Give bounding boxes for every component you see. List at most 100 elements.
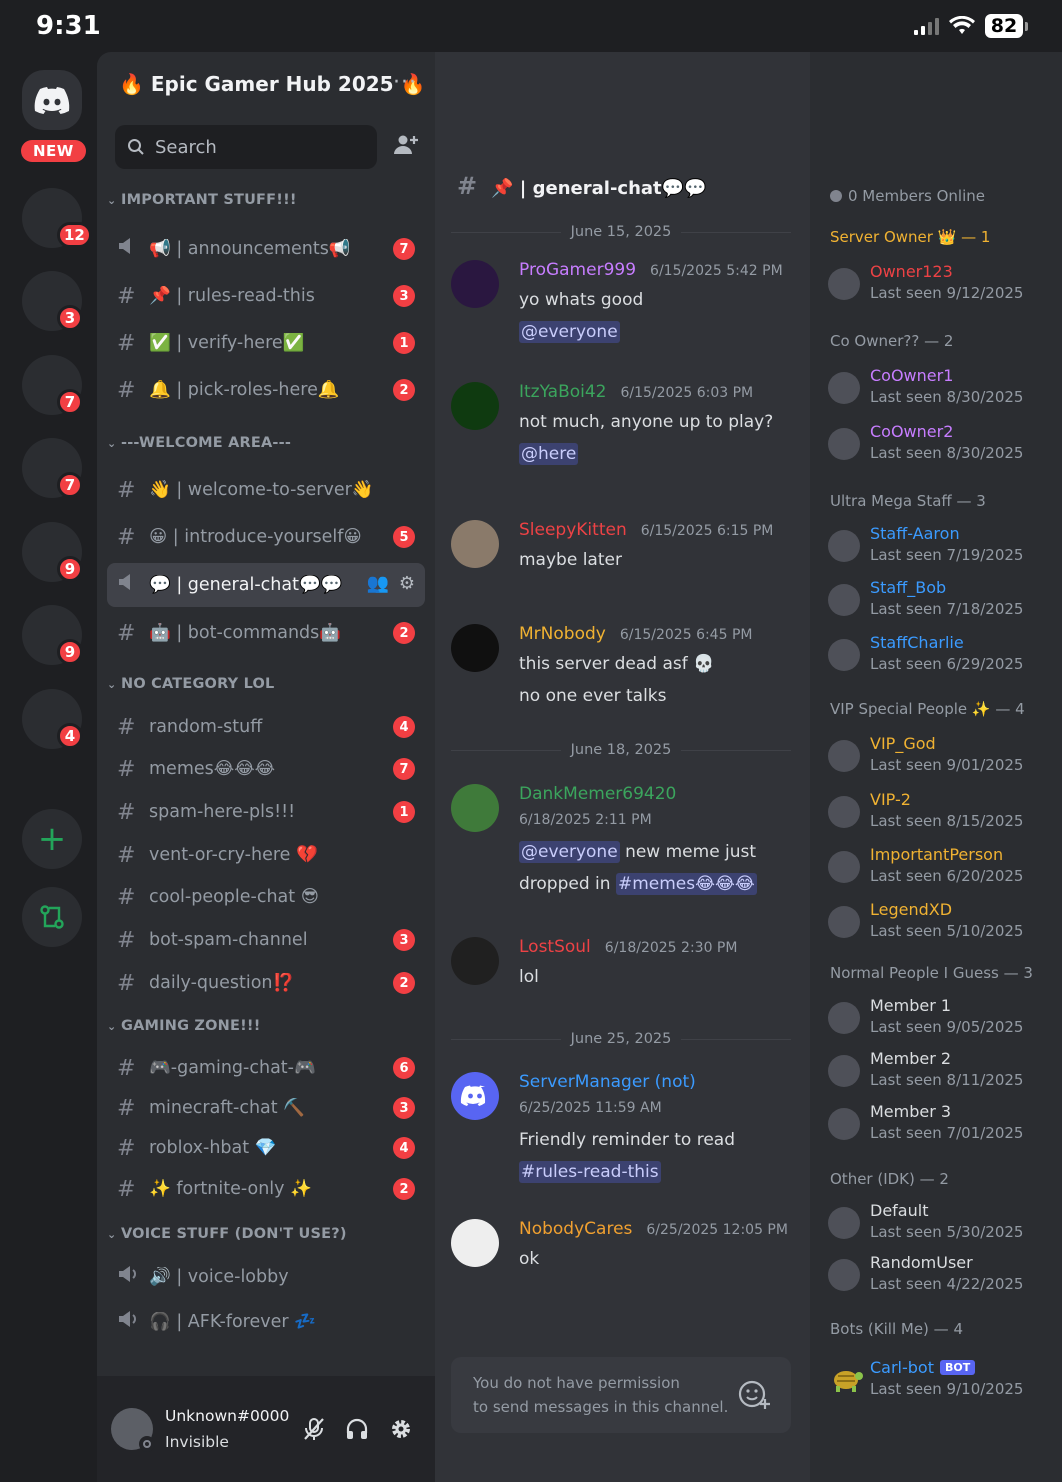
server-menu-button[interactable]: ··· bbox=[393, 70, 417, 95]
category-header[interactable]: ⌄ ---WELCOME AREA--- bbox=[107, 435, 291, 451]
channel-item[interactable]: # spam-here-pls!!! 1 bbox=[107, 790, 425, 834]
channel-item[interactable]: # 📌 | rules-read-this 3 bbox=[107, 274, 425, 318]
member-item[interactable]: RandomUser Last seen 4/22/2025 bbox=[828, 1253, 1058, 1299]
chevron-down-icon: ⌄ bbox=[107, 437, 117, 450]
discover-button[interactable] bbox=[22, 887, 82, 947]
server-name[interactable]: 🔥 Epic Gamer Hub 2025 🔥 bbox=[119, 72, 425, 96]
message-author[interactable]: MrNobody 6/15/2025 6:45 PM bbox=[519, 624, 752, 644]
member-item[interactable]: Owner123 Last seen 9/12/2025 bbox=[828, 262, 1058, 308]
mention[interactable]: @everyone bbox=[519, 841, 620, 863]
channel-item[interactable]: # bot-spam-channel 3 bbox=[107, 918, 425, 962]
channel-item[interactable]: # cool-people-chat 😎 bbox=[107, 875, 425, 919]
channel-item[interactable]: # memes😂😂😂 7 bbox=[107, 747, 425, 791]
server-icon[interactable]: 12 bbox=[22, 188, 92, 248]
message-author[interactable]: DankMemer69420 bbox=[519, 784, 676, 804]
channel-item[interactable]: # 🔔 | pick-roles-here🔔 2 bbox=[107, 368, 425, 412]
mute-mic-icon[interactable] bbox=[303, 1417, 325, 1441]
member-item[interactable]: Member 3 Last seen 7/01/2025 bbox=[828, 1102, 1058, 1148]
unread-badge: 2 bbox=[393, 622, 415, 644]
channel-item[interactable]: # 👋 | welcome-to-server👋 bbox=[107, 468, 425, 512]
member-item[interactable]: StaffCharlie Last seen 6/29/2025 bbox=[828, 633, 1058, 679]
message-author[interactable]: SleepyKitten 6/15/2025 6:15 PM bbox=[519, 520, 773, 540]
battery-level: 82 bbox=[985, 14, 1023, 38]
channel-item[interactable]: # ✅ | verify-here✅ 1 bbox=[107, 321, 425, 365]
avatar[interactable] bbox=[451, 784, 499, 832]
avatar[interactable] bbox=[451, 382, 499, 430]
category-header[interactable]: ⌄ GAMING ZONE!!! bbox=[107, 1018, 261, 1034]
hash-icon: # bbox=[117, 756, 136, 782]
member-item[interactable]: Staff-Aaron Last seen 7/19/2025 bbox=[828, 524, 1058, 570]
headphones-icon[interactable] bbox=[345, 1417, 369, 1441]
channel-item[interactable]: 📢 | announcements📢 7 bbox=[107, 227, 425, 271]
settings-gear-icon[interactable]: ⚙ bbox=[399, 573, 415, 594]
add-server-button[interactable]: + bbox=[22, 809, 82, 869]
member-item[interactable]: Staff_Bob Last seen 7/18/2025 bbox=[828, 578, 1058, 624]
avatar[interactable] bbox=[451, 624, 499, 672]
member-item[interactable]: Member 1 Last seen 9/05/2025 bbox=[828, 996, 1058, 1042]
server-icon[interactable]: 4 bbox=[22, 689, 83, 749]
member-name: Member 1 bbox=[870, 996, 951, 1015]
avatar[interactable] bbox=[111, 1408, 155, 1452]
message-author[interactable]: LostSoul 6/18/2025 2:30 PM bbox=[519, 937, 737, 957]
message-author[interactable]: ProGamer999 6/15/2025 5:42 PM bbox=[519, 260, 783, 280]
last-seen: Last seen 6/20/2025 bbox=[870, 867, 1024, 885]
avatar[interactable] bbox=[451, 937, 499, 985]
channel-item[interactable]: # ✨ fortnite-only ✨ 2 bbox=[107, 1167, 425, 1211]
member-item[interactable]: ImportantPerson Last seen 6/20/2025 bbox=[828, 845, 1058, 891]
mention[interactable]: #memes😂😂😂 bbox=[615, 873, 757, 895]
channel-item[interactable]: # 😀 | introduce-yourself😀 5 bbox=[107, 515, 425, 559]
server-icon[interactable]: 7 bbox=[22, 355, 83, 415]
category-header[interactable]: ⌄ IMPORTANT STUFF!!! bbox=[107, 192, 297, 208]
server-icon[interactable]: 9 bbox=[22, 522, 83, 582]
message-author[interactable]: NobodyCares 6/25/2025 12:05 PM bbox=[519, 1219, 788, 1239]
settings-gear-icon[interactable] bbox=[389, 1417, 413, 1441]
member-item[interactable]: VIP_God Last seen 9/01/2025 bbox=[828, 734, 1058, 780]
channel-item[interactable]: # 🤖 | bot-commands🤖 2 bbox=[107, 611, 425, 655]
mention[interactable]: #rules-read-this bbox=[519, 1161, 661, 1183]
avatar[interactable] bbox=[451, 1219, 499, 1267]
avatar bbox=[828, 740, 860, 772]
server-icon[interactable]: 3 bbox=[22, 271, 83, 331]
hash-icon: # bbox=[117, 842, 136, 868]
member-item[interactable]: Default Last seen 5/30/2025 bbox=[828, 1201, 1058, 1247]
avatar bbox=[828, 1207, 860, 1239]
channel-item[interactable]: 💬 | general-chat💬💬 👥 ⚙ bbox=[107, 563, 425, 607]
member-item[interactable]: CoOwner1 Last seen 8/30/2025 bbox=[828, 366, 1058, 412]
member-item[interactable]: VIP-2 Last seen 8/15/2025 bbox=[828, 790, 1058, 836]
channel-item[interactable]: # vent-or-cry-here 💔 bbox=[107, 833, 425, 877]
mention[interactable]: @everyone bbox=[519, 321, 620, 343]
channel-item[interactable]: # roblox-hbat 💎 4 bbox=[107, 1126, 425, 1170]
member-item[interactable]: Carl-bot BOT Last seen 9/10/2025 bbox=[828, 1358, 1058, 1404]
avatar[interactable] bbox=[451, 1072, 499, 1120]
mention[interactable]: @here bbox=[519, 443, 579, 465]
avatar[interactable] bbox=[451, 520, 499, 568]
member-name-text: Member 2 bbox=[870, 1049, 952, 1068]
user-info[interactable]: Unknown#0000 Invisible bbox=[165, 1403, 289, 1455]
hash-icon: # bbox=[117, 714, 136, 740]
emoji-picker-icon[interactable] bbox=[737, 1377, 771, 1414]
member-item[interactable]: LegendXD Last seen 5/10/2025 bbox=[828, 900, 1058, 946]
member-item[interactable]: CoOwner2 Last seen 8/30/2025 bbox=[828, 422, 1058, 468]
server-icon[interactable]: 9 bbox=[22, 605, 83, 665]
hash-icon: # bbox=[117, 377, 136, 403]
search-bar[interactable]: Search bbox=[115, 125, 377, 169]
channel-item[interactable]: 🎧 | AFK-forever 💤 bbox=[107, 1300, 425, 1344]
member-item[interactable]: Member 2 Last seen 8/11/2025 bbox=[828, 1049, 1058, 1095]
channel-item[interactable]: # random-stuff 4 bbox=[107, 705, 425, 749]
avatar[interactable] bbox=[451, 260, 499, 308]
channel-item[interactable]: # 🎮-gaming-chat-🎮 6 bbox=[107, 1046, 425, 1090]
discord-home-button[interactable] bbox=[22, 70, 82, 130]
message-author[interactable]: ServerManager (not) bbox=[519, 1072, 696, 1092]
category-header[interactable]: ⌄ VOICE STUFF (DON'T USE?) bbox=[107, 1226, 347, 1242]
message-author[interactable]: ItzYaBoi42 6/15/2025 6:03 PM bbox=[519, 382, 753, 402]
category-header[interactable]: ⌄ NO CATEGORY LOL bbox=[107, 676, 274, 692]
invite-button[interactable] bbox=[394, 134, 418, 162]
message-line: no one ever talks bbox=[519, 686, 667, 706]
channel-item[interactable]: # minecraft-chat ⛏️ 3 bbox=[107, 1086, 425, 1130]
unread-badge: 2 bbox=[393, 379, 415, 401]
add-member-icon[interactable]: 👥 bbox=[366, 573, 388, 594]
channel-item[interactable]: 🔊 | voice-lobby bbox=[107, 1255, 425, 1299]
unread-badge: 4 bbox=[57, 723, 83, 749]
server-icon[interactable]: 7 bbox=[22, 438, 83, 498]
channel-item[interactable]: # daily-question⁉️ 2 bbox=[107, 961, 425, 1005]
